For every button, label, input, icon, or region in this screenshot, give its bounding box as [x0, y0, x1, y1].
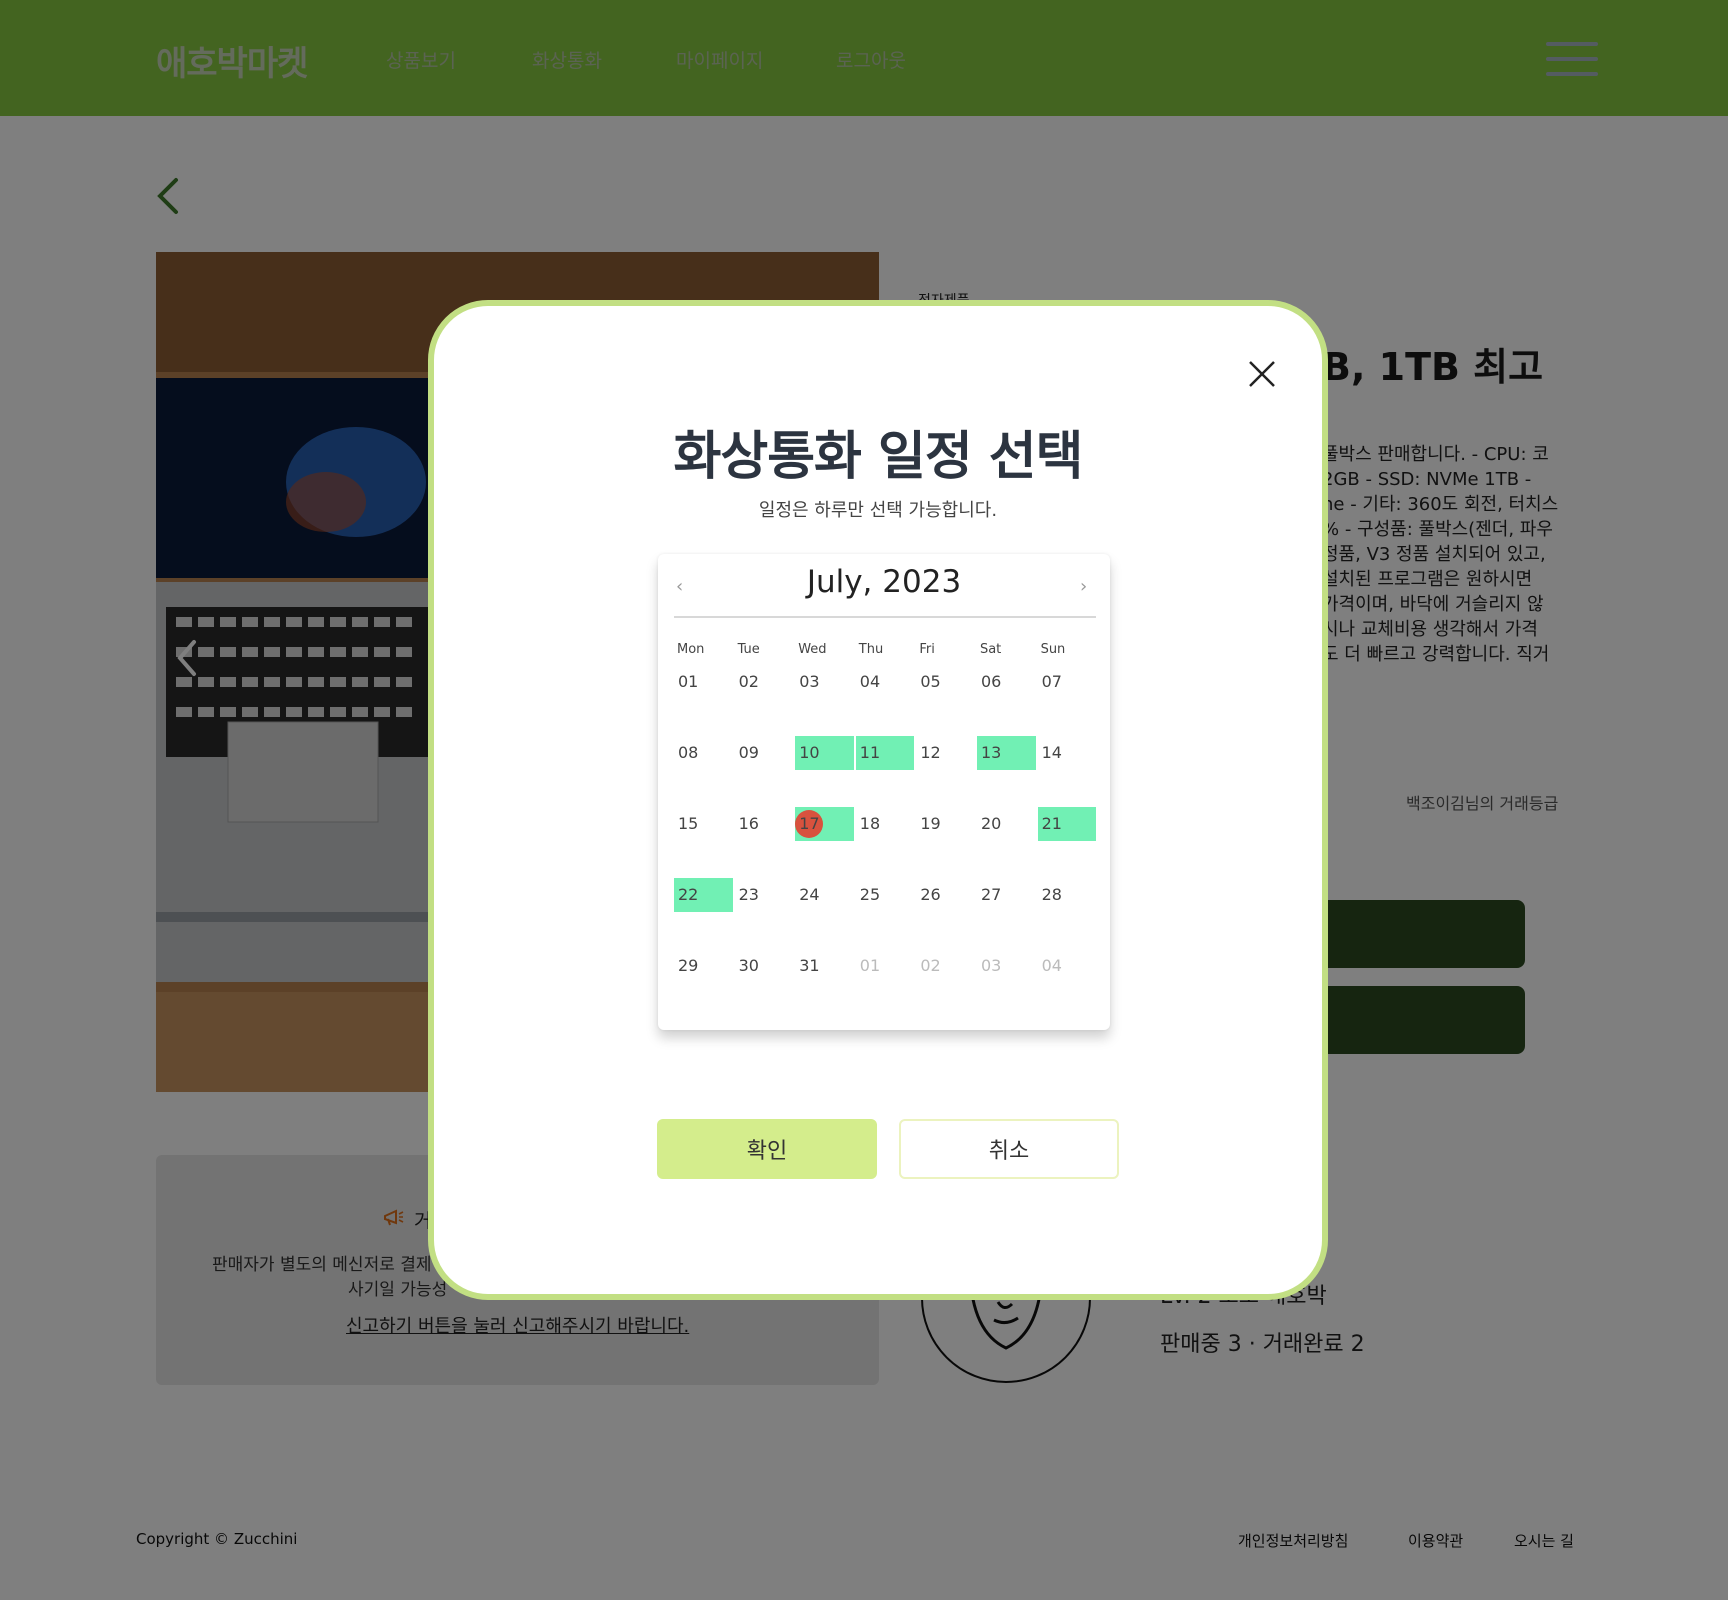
- calendar-day-number: 15: [678, 814, 699, 833]
- weekday-label: Mon: [677, 642, 705, 657]
- calendar-day-number: 11: [859, 743, 881, 762]
- calendar-day[interactable]: 10: [795, 736, 854, 770]
- calendar-day-number: 02: [738, 672, 759, 691]
- calendar-day[interactable]: 06: [977, 665, 1036, 699]
- calendar-day[interactable]: 25: [856, 878, 915, 912]
- calendar-divider: [674, 616, 1096, 618]
- weekday-label: Sat: [979, 642, 1002, 657]
- calendar-day: 02: [916, 949, 975, 983]
- calendar-day[interactable]: 30: [735, 949, 794, 983]
- weekday-label: Tue: [737, 642, 760, 657]
- calendar-day-number: 04: [859, 672, 881, 691]
- calendar-day[interactable]: 22: [674, 878, 733, 912]
- calendar-day[interactable]: 09: [735, 736, 794, 770]
- calendar-day-number: 09: [738, 743, 759, 762]
- calendar-day: 01: [856, 949, 915, 983]
- weekday-label: Fri: [919, 642, 935, 657]
- calendar-day-number: 21: [1041, 814, 1062, 833]
- calendar-day[interactable]: 01: [674, 665, 733, 699]
- calendar-day: 03: [977, 949, 1036, 983]
- calendar-day[interactable]: 08: [674, 736, 733, 770]
- calendar-day-number: 13: [980, 743, 1002, 762]
- calendar-day[interactable]: 19: [916, 807, 975, 841]
- calendar-day[interactable]: 17: [795, 807, 854, 841]
- calendar-day-grid: 01 02 03 04 05 06 07 08 09 10 11 12 13 14 15 16 17 18 19 20…: [674, 665, 1097, 983]
- calendar-day-number: 07: [1041, 672, 1062, 691]
- weekday-label: Thu: [858, 642, 884, 657]
- calendar-weekdays: Mon Tue Wed Thu Fri Sat Sun: [674, 642, 1098, 657]
- calendar-day-number: 30: [738, 956, 759, 975]
- calendar-day: 04: [1038, 949, 1097, 983]
- calendar-day[interactable]: 18: [856, 807, 915, 841]
- calendar: ‹ July, 2023 › Mon Tue Wed Thu Fri Sat S…: [658, 554, 1110, 1030]
- cancel-button[interactable]: 취소: [899, 1119, 1119, 1179]
- calendar-day-number: 27: [980, 885, 1002, 904]
- calendar-day[interactable]: 07: [1038, 665, 1097, 699]
- calendar-day-number: 02: [920, 956, 941, 975]
- weekday-label: Sun: [1040, 642, 1066, 657]
- calendar-day-number: 05: [920, 672, 941, 691]
- calendar-day-number: 01: [859, 956, 881, 975]
- calendar-day[interactable]: 05: [916, 665, 975, 699]
- calendar-day[interactable]: 27: [977, 878, 1036, 912]
- calendar-day[interactable]: 14: [1038, 736, 1097, 770]
- calendar-day-number: 06: [980, 672, 1002, 691]
- calendar-day-number: 19: [920, 814, 941, 833]
- calendar-day-number: 10: [799, 743, 820, 762]
- weekday-label: Wed: [798, 642, 827, 657]
- calendar-day[interactable]: 24: [795, 878, 854, 912]
- calendar-day-number: 18: [859, 814, 881, 833]
- calendar-day[interactable]: 28: [1038, 878, 1097, 912]
- calendar-day[interactable]: 23: [735, 878, 794, 912]
- calendar-day-number: 26: [920, 885, 941, 904]
- calendar-day-number: 29: [678, 956, 699, 975]
- calendar-day-number: 08: [678, 743, 699, 762]
- calendar-month-label: July, 2023: [806, 564, 962, 600]
- calendar-day-number: 03: [799, 672, 820, 691]
- calendar-day[interactable]: 02: [735, 665, 794, 699]
- calendar-next-icon[interactable]: ›: [1080, 576, 1087, 597]
- schedule-modal: 화상통화 일정 선택 일정은 하루만 선택 가능합니다. ‹ July, 202…: [428, 300, 1328, 1300]
- calendar-day-number: 23: [738, 885, 759, 904]
- calendar-day-number: 14: [1041, 743, 1062, 762]
- calendar-day[interactable]: 21: [1037, 807, 1097, 841]
- calendar-day[interactable]: 15: [674, 807, 733, 841]
- calendar-day-number: 22: [678, 885, 699, 904]
- modal-subtitle: 일정은 하루만 선택 가능합니다.: [758, 500, 998, 521]
- calendar-day[interactable]: 13: [976, 736, 1036, 770]
- calendar-day[interactable]: 16: [735, 807, 794, 841]
- calendar-day-number: 04: [1041, 956, 1062, 975]
- calendar-day[interactable]: 04: [856, 665, 915, 699]
- calendar-day-number: 31: [799, 956, 820, 975]
- calendar-day-number: 24: [799, 885, 820, 904]
- calendar-day[interactable]: 20: [977, 807, 1036, 841]
- calendar-day[interactable]: 12: [916, 736, 975, 770]
- calendar-day[interactable]: 11: [855, 736, 915, 770]
- calendar-day-number: 17: [799, 814, 820, 833]
- calendar-day-number: 20: [980, 814, 1002, 833]
- modal-title: 화상통화 일정 선택: [673, 427, 1084, 487]
- calendar-day[interactable]: 26: [916, 878, 975, 912]
- calendar-day-number: 25: [859, 885, 881, 904]
- calendar-day[interactable]: 03: [795, 665, 854, 699]
- calendar-day-number: 16: [738, 814, 759, 833]
- calendar-day-number: 28: [1041, 885, 1062, 904]
- close-icon[interactable]: [1244, 356, 1280, 392]
- confirm-button[interactable]: 확인: [657, 1119, 877, 1179]
- calendar-day-number: 03: [980, 956, 1002, 975]
- calendar-day-number: 12: [920, 743, 941, 762]
- calendar-day-number: 01: [678, 672, 699, 691]
- calendar-day[interactable]: 31: [795, 949, 854, 983]
- calendar-day[interactable]: 29: [674, 949, 733, 983]
